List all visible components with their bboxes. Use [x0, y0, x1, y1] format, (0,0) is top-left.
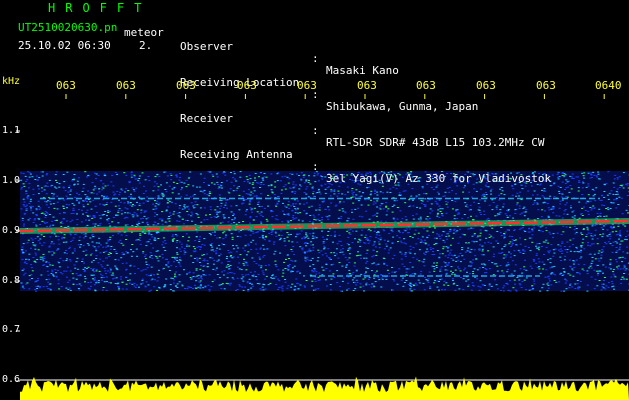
y-tick-label: 0.7 — [2, 324, 21, 335]
x-tick-label: 063 — [536, 79, 556, 92]
separator: : — [312, 124, 319, 137]
software-title: HROFFT — [48, 1, 152, 15]
filename: UT2510020630.pn — [18, 21, 118, 34]
meteor-label: meteor — [124, 26, 164, 39]
x-tick-label: 063 — [56, 79, 76, 92]
observer-value: Masaki Kano — [326, 64, 399, 77]
x-tick-label: 063 — [416, 79, 436, 92]
x-tick-label: 063 — [476, 79, 496, 92]
antenna-value: 3el Yagi(V) Az 330 for Vladivostok — [326, 172, 552, 185]
receiver-value: RTL-SDR SDR# 43dB L15 103.2MHz CW — [326, 136, 545, 149]
signal-level-strip — [20, 376, 629, 400]
sequence-number: 2. — [139, 39, 153, 52]
y-tick-label: 0.9 — [2, 225, 21, 236]
x-tick-label: 0640 — [595, 79, 622, 92]
location-row: Receiving Location : Shibukawa, Gunma, J… — [180, 65, 478, 113]
observer-row: Observer : Masaki Kano — [180, 29, 399, 77]
x-tick-label: 063 — [357, 79, 377, 92]
y-tick-label: 1.0 — [2, 175, 21, 186]
x-tick-label: 063 — [176, 79, 196, 92]
y-tick-label: 0.6 — [2, 374, 21, 385]
antenna-row: Receiving Antenna : 3el Yagi(V) Az 330 f… — [180, 137, 551, 185]
y-tick-label: 0.8 — [2, 275, 21, 286]
observer-label: Observer — [180, 40, 233, 53]
antenna-label: Receiving Antenna — [180, 148, 293, 161]
x-tick-label: 063 — [297, 79, 317, 92]
receiver-label: Receiver — [180, 112, 233, 125]
y-tick-label: 1.1 — [2, 125, 21, 136]
location-value: Shibukawa, Gunma, Japan — [326, 100, 479, 113]
x-tick-label: 063 — [116, 79, 136, 92]
separator: : — [312, 160, 319, 173]
y-axis-unit: kHz — [2, 76, 21, 87]
spectrogram-screen: HROFFT UT2510020630.pn meteor 25.10.02 0… — [0, 0, 629, 400]
separator: : — [312, 52, 319, 65]
x-tick-label: 063 — [237, 79, 257, 92]
datetime: 25.10.02 06:30 — [18, 39, 111, 52]
receiver-row: Receiver : RTL-SDR SDR# 43dB L15 103.2MH… — [180, 101, 545, 149]
